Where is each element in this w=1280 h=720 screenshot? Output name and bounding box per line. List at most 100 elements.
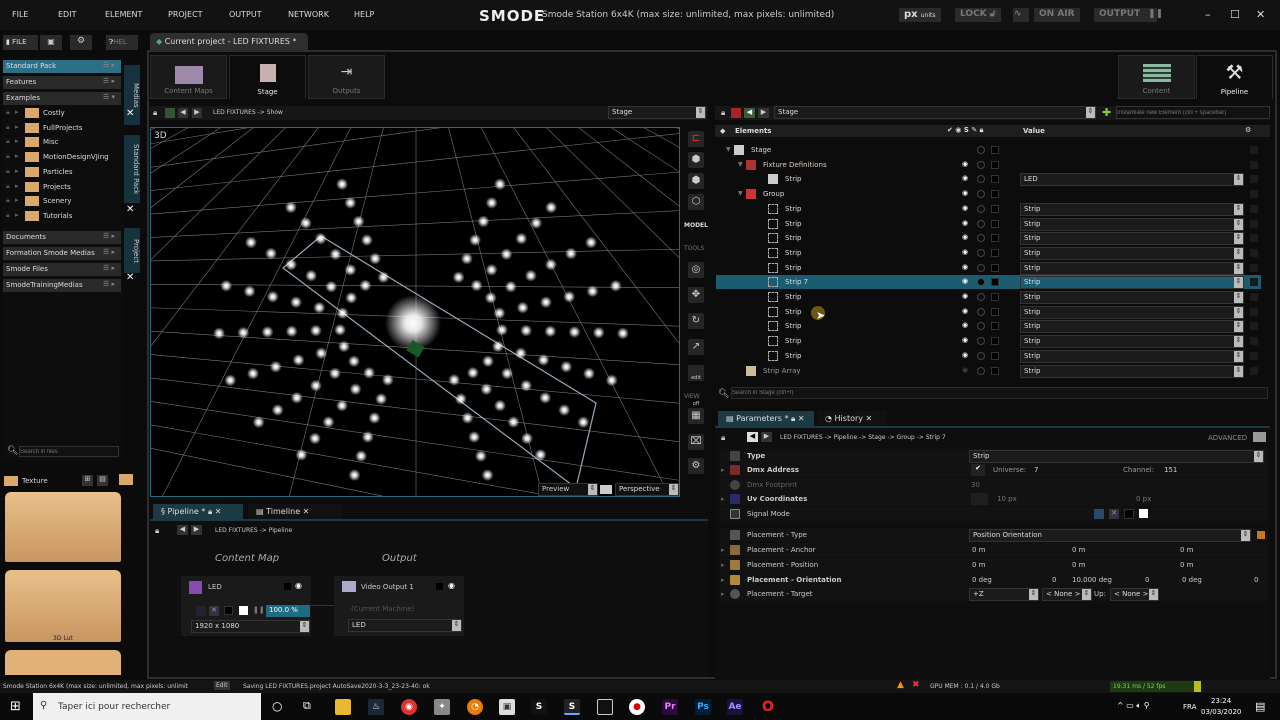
select-checkbox[interactable] xyxy=(991,366,999,375)
expand-icon[interactable]: ▸ xyxy=(721,546,725,554)
expand-icon[interactable]: ▸ xyxy=(15,137,19,145)
type-select[interactable]: Strip xyxy=(969,450,1264,463)
expand-icon[interactable]: ▸ xyxy=(15,167,19,175)
solo-radio[interactable] xyxy=(977,307,985,316)
back-arrow-icon[interactable]: ◀ xyxy=(744,108,755,118)
select-checkbox[interactable] xyxy=(991,234,999,243)
tree-row[interactable]: Strip 7 ◉ Strip xyxy=(716,275,1261,290)
chrome-icon[interactable]: ◉ xyxy=(401,699,417,715)
solo-radio[interactable] xyxy=(977,234,985,243)
after-effects-icon[interactable]: Ae xyxy=(727,699,743,715)
placement-type-select[interactable]: Position Orientation xyxy=(969,529,1251,542)
expand-arrow-icon[interactable]: ▼ xyxy=(726,146,731,153)
magnet-icon[interactable]: ⊏ xyxy=(688,131,704,147)
select-checkbox[interactable] xyxy=(991,204,999,213)
select-checkbox[interactable] xyxy=(991,322,999,331)
expand-icon[interactable]: ▸ xyxy=(721,576,725,584)
green-toggle[interactable] xyxy=(165,108,175,118)
signal-mode-option[interactable]: ✕ xyxy=(1109,509,1119,519)
tree-row-value-select[interactable]: Strip xyxy=(1020,349,1244,363)
expand-icon[interactable]: ▸ xyxy=(15,108,19,116)
lock-icon[interactable]: 🔒︎ xyxy=(791,414,795,423)
output-target-select[interactable]: LED xyxy=(348,619,462,632)
tree-row[interactable]: Strip Array ◉ Strip xyxy=(716,364,1261,378)
expand-icon[interactable]: ▸ xyxy=(721,561,725,569)
tree-row[interactable]: Strip ◉ Strip xyxy=(716,319,1261,334)
expand-icon[interactable]: ▸ xyxy=(721,590,725,598)
lock-icon[interactable]: 🔒︎ xyxy=(6,137,10,146)
record-icon[interactable]: ● xyxy=(629,699,645,715)
uv-link-toggle[interactable] xyxy=(971,493,988,505)
row-checkbox[interactable] xyxy=(1250,293,1258,301)
epic-icon[interactable] xyxy=(597,699,613,715)
tree-row-value-select[interactable]: Strip xyxy=(1020,261,1244,275)
channel-value[interactable]: 151 xyxy=(1164,466,1177,474)
eye-icon[interactable]: ◉ xyxy=(295,581,302,590)
row-checkbox[interactable] xyxy=(1250,190,1258,199)
lock-icon[interactable]: 🔒︎ xyxy=(6,211,10,220)
gear-icon[interactable]: ⚙ xyxy=(70,35,92,50)
orientation-x[interactable]: 0 deg xyxy=(972,576,992,584)
lock-icon[interactable]: 🔒︎ xyxy=(721,108,725,118)
smode-icon[interactable]: S xyxy=(531,699,547,715)
cube-solid-icon[interactable]: ⬢ xyxy=(688,173,704,189)
list-view-icon[interactable]: ▤ xyxy=(97,475,108,486)
row-checkbox[interactable] xyxy=(1250,263,1258,272)
preview-select[interactable]: Preview xyxy=(538,483,598,496)
solo-radio[interactable] xyxy=(977,248,985,257)
windows-start-icon[interactable]: ⊞ xyxy=(10,699,21,714)
menu-file[interactable]: FILE xyxy=(12,10,28,19)
tile-stage[interactable]: Stage xyxy=(229,55,306,99)
solo-radio[interactable] xyxy=(977,190,985,199)
expand-icon[interactable]: ▸ xyxy=(15,152,19,160)
tab-current-project[interactable]: ◆ Current project - LED FIXTURES * xyxy=(150,33,308,50)
minimize-button[interactable]: – xyxy=(1205,8,1211,21)
forward-arrow-icon[interactable]: ▶ xyxy=(761,432,772,442)
tree-row-value-select[interactable]: Strip xyxy=(1020,305,1244,319)
row-checkbox[interactable] xyxy=(1250,175,1258,184)
visibility-dot-icon[interactable]: ◉ xyxy=(962,366,968,374)
content-map-node[interactable]: LED ◉ ✕ ❚❚ 100.0 % 1920 x 1080 xyxy=(181,576,311,636)
pack-examples[interactable]: Examples ☰ ▾ xyxy=(3,92,121,105)
settings-cog-icon[interactable]: ⚙ xyxy=(688,458,704,474)
tree-row[interactable]: Strip ◉ Strip xyxy=(716,261,1261,275)
language-indicator[interactable]: FRA xyxy=(1183,703,1196,711)
cube-wire-icon[interactable]: ⬡ xyxy=(688,194,704,210)
folder-thumbnail[interactable] xyxy=(5,492,121,562)
tile-content[interactable]: Content xyxy=(1118,55,1195,99)
taskbar-search[interactable]: ⚲ Taper ici pour rechercher xyxy=(33,693,261,720)
eye-icon[interactable]: ◉ xyxy=(962,233,968,241)
cube-color-icon[interactable]: ⬢ xyxy=(688,152,704,168)
orientation-y-speed[interactable]: 0 xyxy=(1145,576,1149,584)
expand-icon[interactable]: ▸ xyxy=(721,495,725,503)
opera-icon[interactable]: O xyxy=(760,699,776,715)
expand-icon[interactable]: ▸ xyxy=(15,182,19,190)
menu-help[interactable]: HELP xyxy=(354,10,374,19)
uv-value-2[interactable]: 0 px xyxy=(1136,495,1151,503)
tree-row-value-select[interactable]: Strip xyxy=(1020,232,1244,246)
grid-view-icon[interactable]: ⊞ xyxy=(82,475,93,486)
instantiate-element-input[interactable] xyxy=(1116,106,1270,119)
select-checkbox[interactable] xyxy=(991,351,999,360)
position-x[interactable]: 0 m xyxy=(972,561,986,569)
tree-row[interactable]: ▼ Stage xyxy=(716,143,1261,157)
tree-row-value-select[interactable]: Strip xyxy=(1020,202,1244,216)
move-tool-icon[interactable]: ✥ xyxy=(688,287,704,303)
tree-row[interactable]: Strip ◉ Strip xyxy=(716,231,1261,246)
menu-output[interactable]: OUTPUT xyxy=(229,10,262,19)
pack-standard[interactable]: Standard Pack ☰ ▸ xyxy=(3,60,121,73)
screenshot-icon[interactable]: ⌧ xyxy=(688,434,704,450)
pause-icon[interactable]: ❚❚ xyxy=(1145,8,1163,22)
notifications-icon[interactable]: ▤ xyxy=(1255,700,1265,713)
select-checkbox[interactable] xyxy=(991,278,999,287)
side-tab-standard-pack[interactable]: Standard Pack xyxy=(124,135,140,203)
expand-icon[interactable]: ▸ xyxy=(15,211,19,219)
select-tool-icon[interactable]: ◎ xyxy=(688,262,704,278)
smode-active-icon[interactable]: S xyxy=(564,699,580,715)
clock-time[interactable]: 23:24 xyxy=(1211,697,1231,705)
tree-row-value-select[interactable]: Strip xyxy=(1020,291,1244,304)
eye-icon[interactable]: ◉ xyxy=(962,292,968,300)
placement-option-icon[interactable] xyxy=(1257,531,1265,539)
orientation-y[interactable]: 10.000 deg xyxy=(1072,576,1112,584)
folder-thumbnail-3d-lut[interactable]: 3D Lut xyxy=(5,570,121,642)
